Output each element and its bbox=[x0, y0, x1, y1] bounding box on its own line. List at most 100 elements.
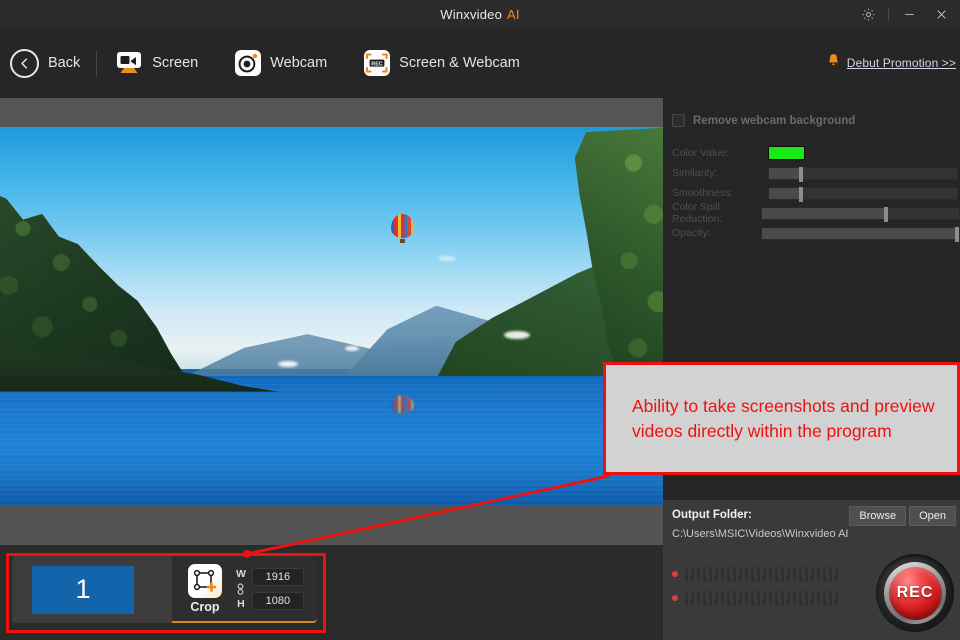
slider-fill bbox=[761, 207, 884, 219]
chain-link-icon[interactable] bbox=[236, 582, 245, 595]
preview-bottom-toolbar[interactable] bbox=[0, 505, 663, 545]
similarity-slider[interactable] bbox=[768, 166, 958, 182]
row-label: Color Spill Reduction: bbox=[672, 201, 723, 225]
main-toolbar: Back Screen Webcam REC Screen & Webcam D… bbox=[0, 28, 960, 98]
checkbox-icon bbox=[672, 114, 685, 127]
app-title-main: Winxvideo bbox=[440, 6, 503, 22]
app-window: Winxvideo AI Back Screen Webcam REC Scre… bbox=[0, 0, 960, 640]
color-spill-slider[interactable] bbox=[760, 206, 960, 222]
color-spill-reduction-row: Color Spill Reduction: bbox=[672, 201, 960, 225]
width-input[interactable]: 1916 bbox=[251, 567, 304, 586]
balloon-reflection bbox=[391, 395, 415, 415]
output-folder-label: Output Folder: bbox=[672, 509, 752, 521]
toolbar-item-screen-webcam[interactable]: REC Screen & Webcam bbox=[364, 28, 520, 98]
toolbar-item-back[interactable]: Back bbox=[10, 28, 80, 98]
level-indicator-dot bbox=[672, 595, 678, 601]
minimize-button[interactable] bbox=[894, 0, 924, 28]
dimension-labels: W H bbox=[236, 567, 246, 611]
divider bbox=[888, 7, 889, 21]
toolbar-item-label: Screen bbox=[152, 55, 199, 71]
source-crop-panel: 1 Crop W H 1916 1080 bbox=[12, 556, 317, 623]
toolbar-item-screen[interactable]: Screen bbox=[115, 28, 198, 98]
source-thumbnail[interactable]: 1 bbox=[32, 565, 134, 614]
bell-icon bbox=[827, 53, 840, 73]
svg-text:REC: REC bbox=[371, 61, 382, 67]
callout-text: Ability to take screenshots and preview … bbox=[632, 395, 935, 441]
preview-top-toolbar[interactable] bbox=[0, 98, 663, 127]
promo-link[interactable]: Debut Promotion >> bbox=[827, 28, 956, 98]
opacity-row: Opacity: bbox=[672, 223, 960, 243]
toolbar-item-label: Screen & Webcam bbox=[399, 55, 520, 71]
row-label: Smoothness: bbox=[672, 187, 734, 199]
dimension-fields: 1916 1080 bbox=[251, 567, 304, 610]
slider-thumb[interactable] bbox=[883, 206, 888, 222]
record-button-label: REC bbox=[888, 566, 942, 620]
meter-bars bbox=[685, 566, 838, 582]
similarity-row: Similarity: bbox=[672, 163, 960, 183]
balloon-envelope bbox=[391, 213, 415, 238]
output-panel: Output Folder: C:\Users\MSIC\Videos\Winx… bbox=[663, 500, 960, 640]
cloud-icon bbox=[437, 255, 456, 261]
webcam-lens-icon bbox=[235, 50, 262, 76]
bottom-bar: 1 Crop W H 1916 1080 bbox=[0, 545, 663, 640]
toolbar-item-label: Webcam bbox=[270, 55, 328, 71]
output-folder-buttons: Browse Open bbox=[849, 506, 956, 526]
app-title: Winxvideo AI bbox=[0, 0, 960, 28]
slider-fill bbox=[769, 187, 800, 199]
back-arrow-icon bbox=[10, 48, 39, 78]
record-button-ring: REC bbox=[884, 562, 946, 624]
slider-thumb[interactable] bbox=[799, 186, 804, 202]
toolbar-divider bbox=[96, 50, 98, 76]
title-bar: Winxvideo AI bbox=[0, 0, 960, 28]
microphone-level-meter bbox=[672, 586, 838, 610]
record-button[interactable]: REC bbox=[876, 554, 954, 632]
callout-annotation: Ability to take screenshots and preview … bbox=[603, 362, 960, 475]
smoothness-row: Smoothness: bbox=[672, 183, 960, 203]
smoothness-slider[interactable] bbox=[768, 186, 958, 202]
crop-icon bbox=[188, 563, 222, 598]
app-title-accent: AI bbox=[507, 6, 520, 22]
crop-settings-group: Crop W H 1916 1080 bbox=[172, 556, 317, 623]
screen-camera-icon bbox=[115, 47, 143, 79]
hot-air-balloon bbox=[391, 213, 415, 243]
promo-label: Debut Promotion >> bbox=[846, 56, 956, 70]
row-label: Opacity: bbox=[672, 227, 711, 239]
video-preview[interactable] bbox=[0, 127, 663, 505]
row-label: Similarity: bbox=[672, 167, 718, 179]
window-controls bbox=[853, 0, 956, 28]
slider-fill bbox=[769, 167, 800, 179]
chroma-key-rows: Color Value: Similarity: Smoothness: Col… bbox=[672, 143, 960, 243]
gear-icon[interactable] bbox=[853, 0, 883, 28]
toolbar-item-label: Back bbox=[48, 55, 81, 71]
slider-fill bbox=[761, 227, 959, 239]
close-button[interactable] bbox=[926, 0, 956, 28]
rec-frame-icon: REC bbox=[364, 50, 391, 76]
color-value-row: Color Value: bbox=[672, 143, 960, 163]
level-indicator-dot bbox=[672, 571, 678, 577]
row-label: Color Value: bbox=[672, 147, 730, 159]
audio-level-meters bbox=[672, 562, 838, 610]
speaker-level-meter bbox=[672, 562, 838, 586]
balloon-basket bbox=[400, 238, 406, 243]
checkbox-label: Remove webcam background bbox=[693, 114, 856, 127]
webcam-settings-panel: Remove webcam background Color Value: Si… bbox=[663, 98, 960, 545]
height-label: H bbox=[237, 597, 245, 610]
toolbar-item-webcam[interactable]: Webcam bbox=[235, 28, 327, 98]
toolbar-items: Back Screen Webcam REC Screen & Webcam bbox=[10, 28, 520, 98]
remove-webcam-background-checkbox[interactable]: Remove webcam background bbox=[672, 114, 855, 127]
output-folder-path: C:\Users\MSIC\Videos\Winxvideo AI bbox=[672, 528, 849, 540]
slider-thumb[interactable] bbox=[955, 226, 959, 242]
crop-button[interactable]: Crop bbox=[182, 563, 228, 614]
dimensions-group: W H 1916 1080 bbox=[236, 567, 304, 611]
preview-column bbox=[0, 98, 663, 545]
crop-button-label: Crop bbox=[190, 599, 220, 614]
meter-bars bbox=[685, 590, 838, 606]
browse-button[interactable]: Browse bbox=[849, 506, 907, 526]
height-input[interactable]: 1080 bbox=[251, 591, 304, 610]
open-button[interactable]: Open bbox=[909, 506, 956, 526]
slider-thumb[interactable] bbox=[799, 166, 804, 182]
opacity-slider[interactable] bbox=[760, 226, 960, 242]
balloon-envelope-reflection bbox=[391, 395, 415, 414]
width-label: W bbox=[236, 567, 246, 580]
color-value-swatch[interactable] bbox=[768, 146, 805, 160]
